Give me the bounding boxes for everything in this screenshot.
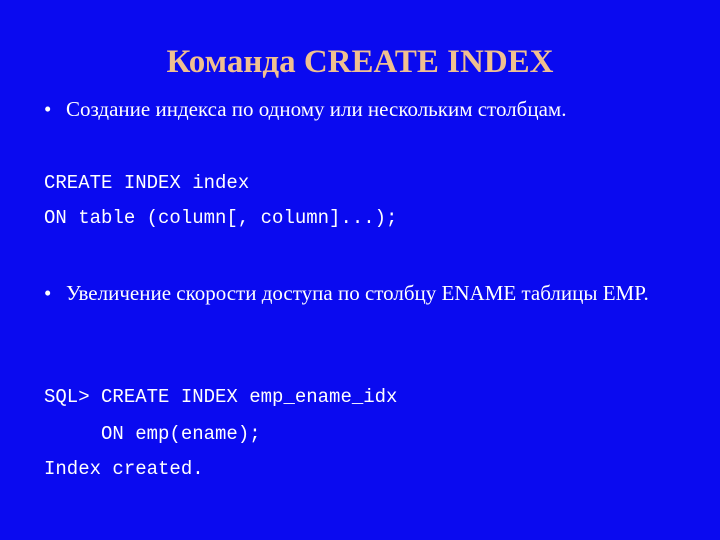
example-line: SQL> CREATE INDEX emp_ename_idx: [44, 386, 398, 408]
syntax-line: ON table (column[, column]...);: [44, 207, 398, 229]
bullet-item: • Увеличение скорости доступа по столбцу…: [44, 276, 696, 310]
slide-title: Команда CREATE INDEX: [166, 44, 554, 80]
bullet-text: Увеличение скорости доступа по столбцу E…: [66, 281, 649, 305]
bullet-marker: •: [44, 97, 52, 121]
example-line: Index created.: [44, 458, 204, 480]
example-line: ON emp(ename);: [44, 423, 261, 445]
syntax-line: CREATE INDEX index: [44, 172, 250, 194]
bullet-item: • Создание индекса по одному или несколь…: [44, 92, 696, 126]
bullet-marker: •: [44, 281, 52, 305]
bullet-text: Создание индекса по одному или нескольки…: [66, 97, 567, 121]
